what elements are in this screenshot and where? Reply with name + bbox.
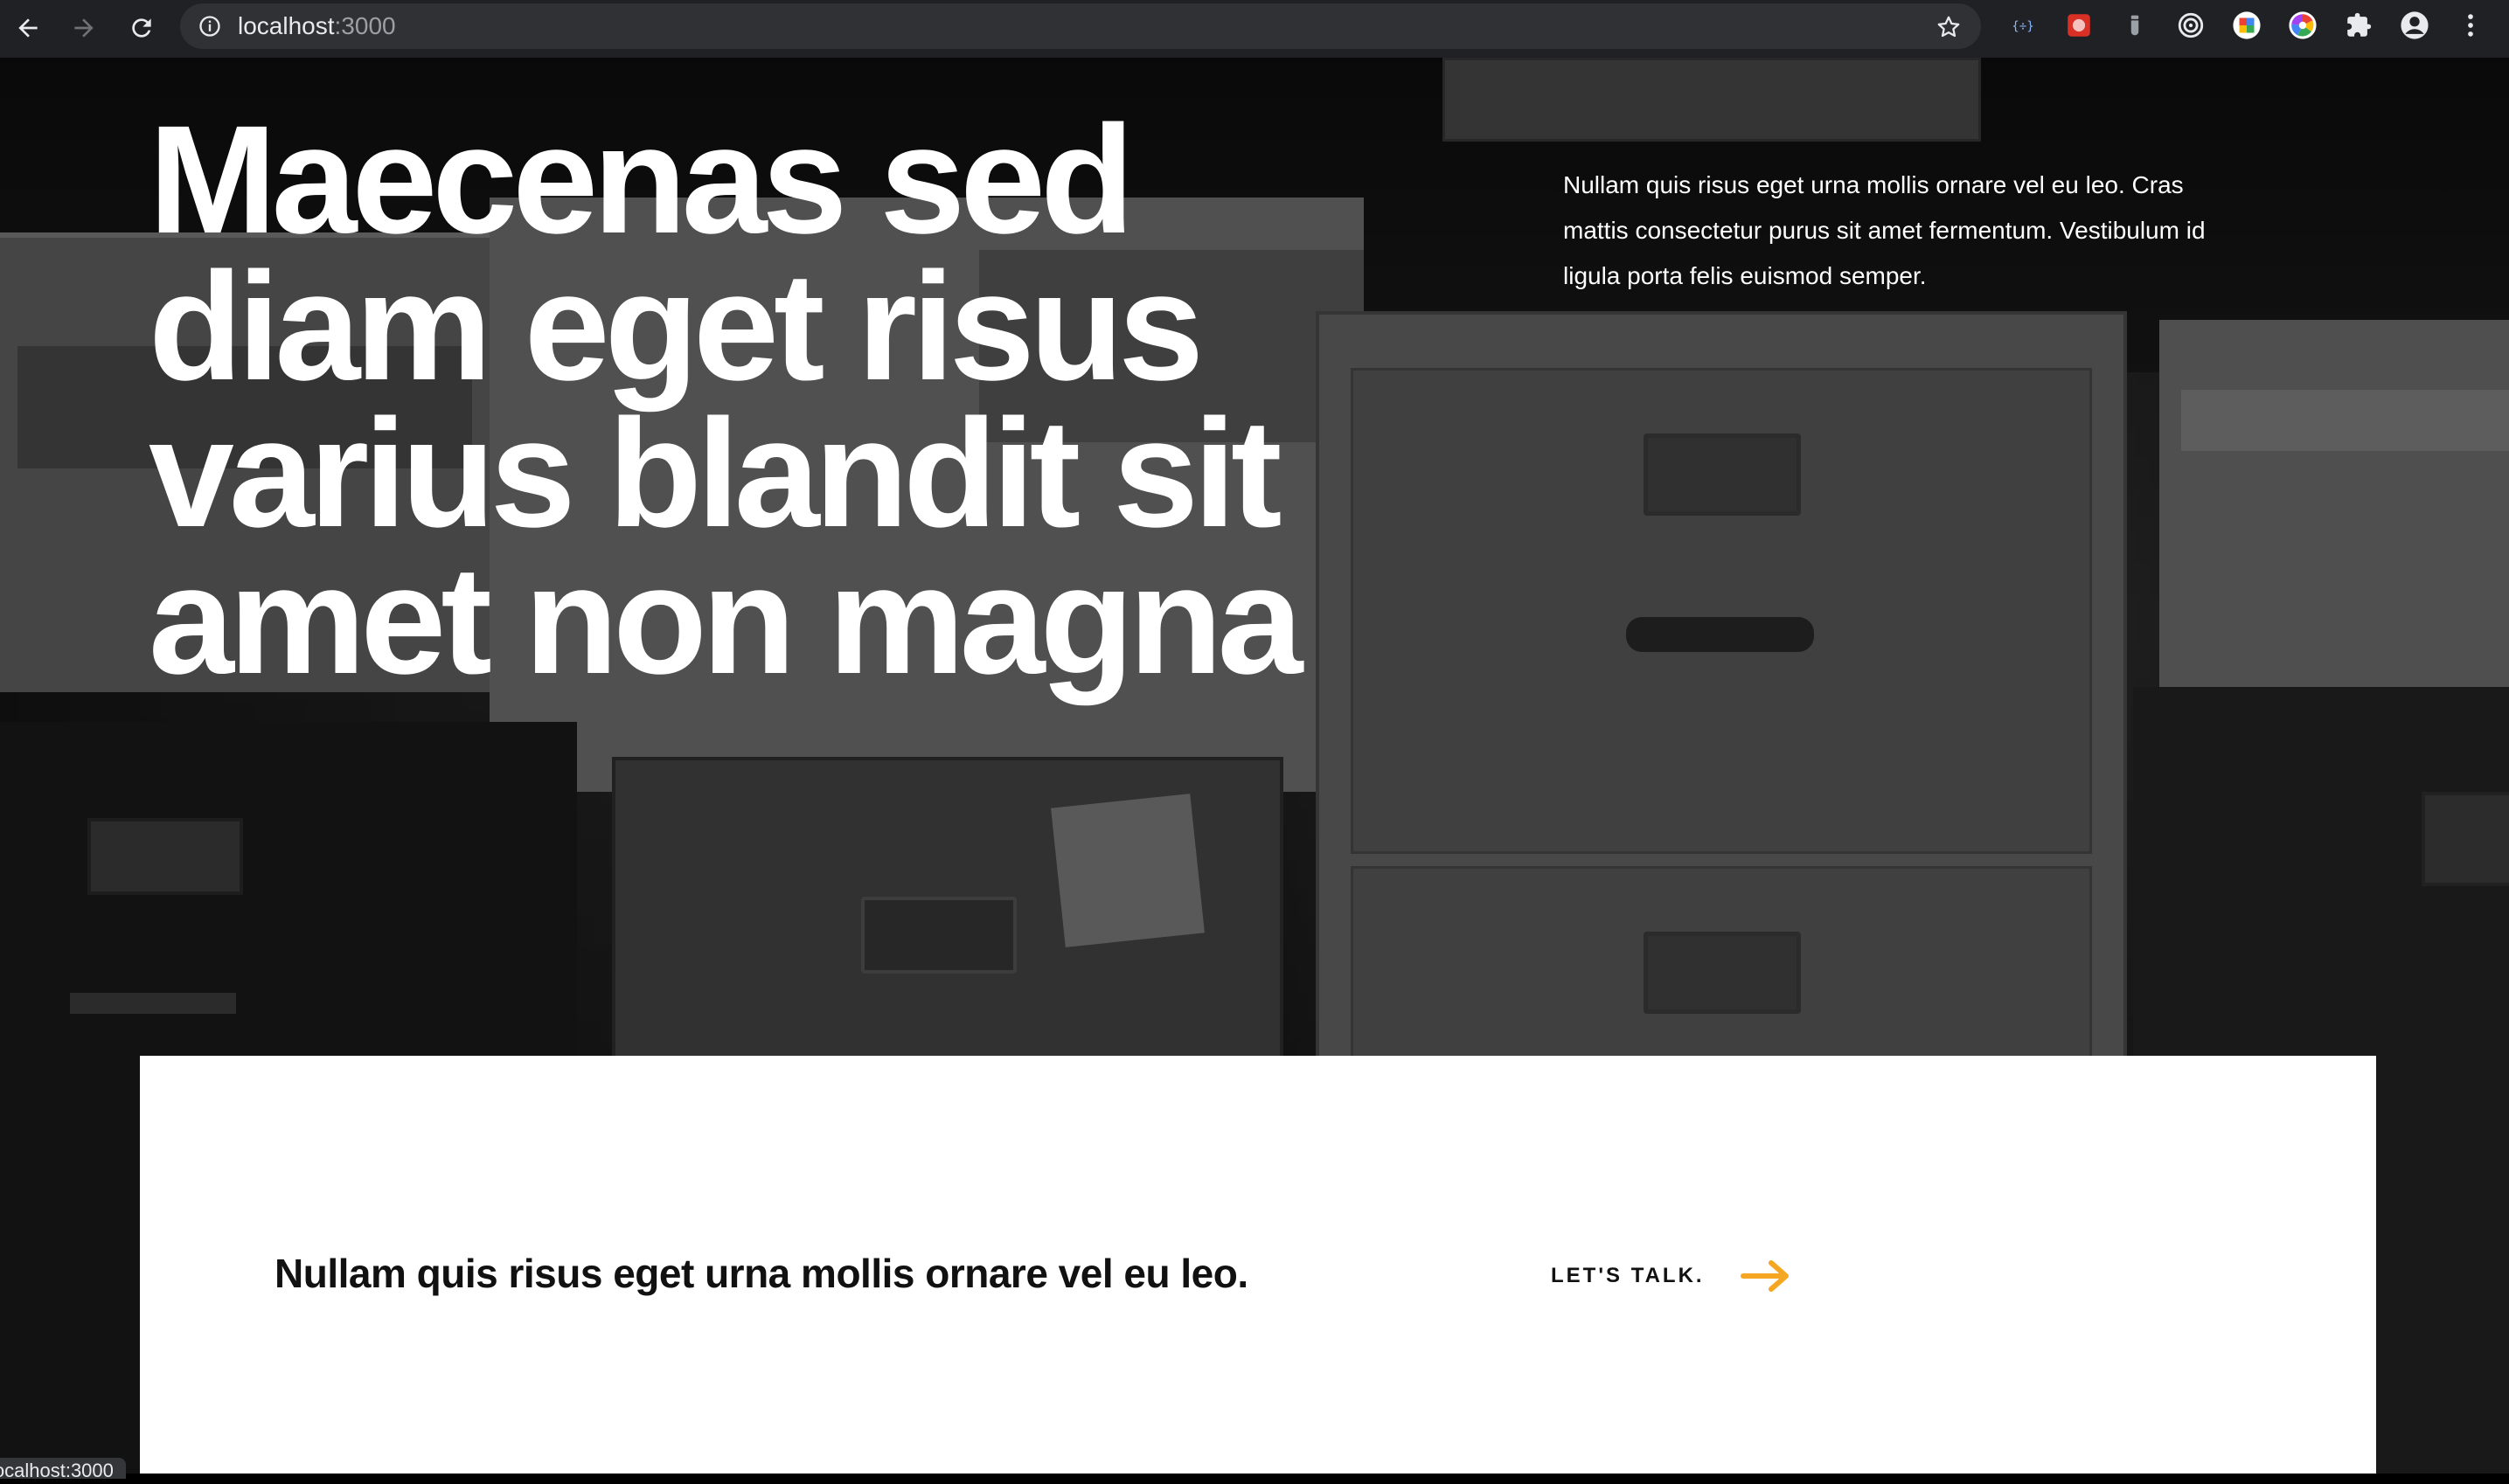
browser-toolbar: localhost:3000 {÷} (0, 0, 2509, 59)
extension-color-wheel[interactable] (2287, 10, 2318, 41)
target-icon (2178, 12, 2204, 38)
extension-eyedropper[interactable] (2119, 10, 2151, 41)
kebab-menu-icon (2468, 14, 2473, 37)
cta-card-text: Nullam quis risus eget urna mollis ornar… (275, 1251, 1248, 1296)
cta-card: Nullam quis risus eget urna mollis ornar… (140, 1056, 2376, 1474)
site-info-icon[interactable] (198, 14, 222, 38)
avatar-icon (2401, 11, 2429, 39)
extensions-button[interactable] (2343, 10, 2374, 41)
extension-red[interactable] (2063, 10, 2095, 41)
url-host: localhost (238, 12, 335, 39)
browser-menu-button[interactable] (2455, 10, 2486, 41)
reload-icon (132, 18, 151, 38)
palette-icon (2233, 11, 2261, 39)
hero-description: Nullam quis risus eget urna mollis ornar… (1563, 171, 2206, 289)
back-button[interactable] (5, 5, 51, 51)
back-arrow-icon (18, 18, 38, 38)
hero-heading: Maecenas sed diam eget risus varius blan… (149, 94, 1303, 706)
forward-button[interactable] (61, 5, 107, 51)
arrow-right-icon (1740, 1260, 1789, 1292)
link-status-bubble: localhost:3000 (0, 1458, 126, 1481)
eyedropper-icon (2130, 15, 2139, 36)
url-port: :3000 (334, 12, 396, 39)
reload-button[interactable] (119, 5, 164, 51)
json-braces-icon: {÷} (2012, 20, 2034, 34)
extension-palette[interactable] (2231, 10, 2262, 41)
extension-target[interactable] (2175, 10, 2207, 41)
color-wheel-icon (2289, 11, 2317, 39)
lets-talk-link[interactable]: LET'S TALK. (1551, 1250, 1792, 1302)
lets-talk-label: LET'S TALK. (1551, 1264, 1705, 1287)
bookmark-star-icon[interactable] (1936, 14, 1962, 40)
puzzle-piece-icon (2347, 12, 2372, 37)
forward-arrow-icon (74, 18, 94, 38)
svg-text:{÷}: {÷} (2012, 20, 2034, 34)
address-bar[interactable]: localhost:3000 (180, 3, 1981, 49)
profile-button[interactable] (2399, 10, 2430, 41)
url-text: localhost:3000 (238, 3, 396, 49)
red-extension-icon (2068, 14, 2090, 37)
extension-json-viewer[interactable]: {÷} (2007, 10, 2039, 41)
